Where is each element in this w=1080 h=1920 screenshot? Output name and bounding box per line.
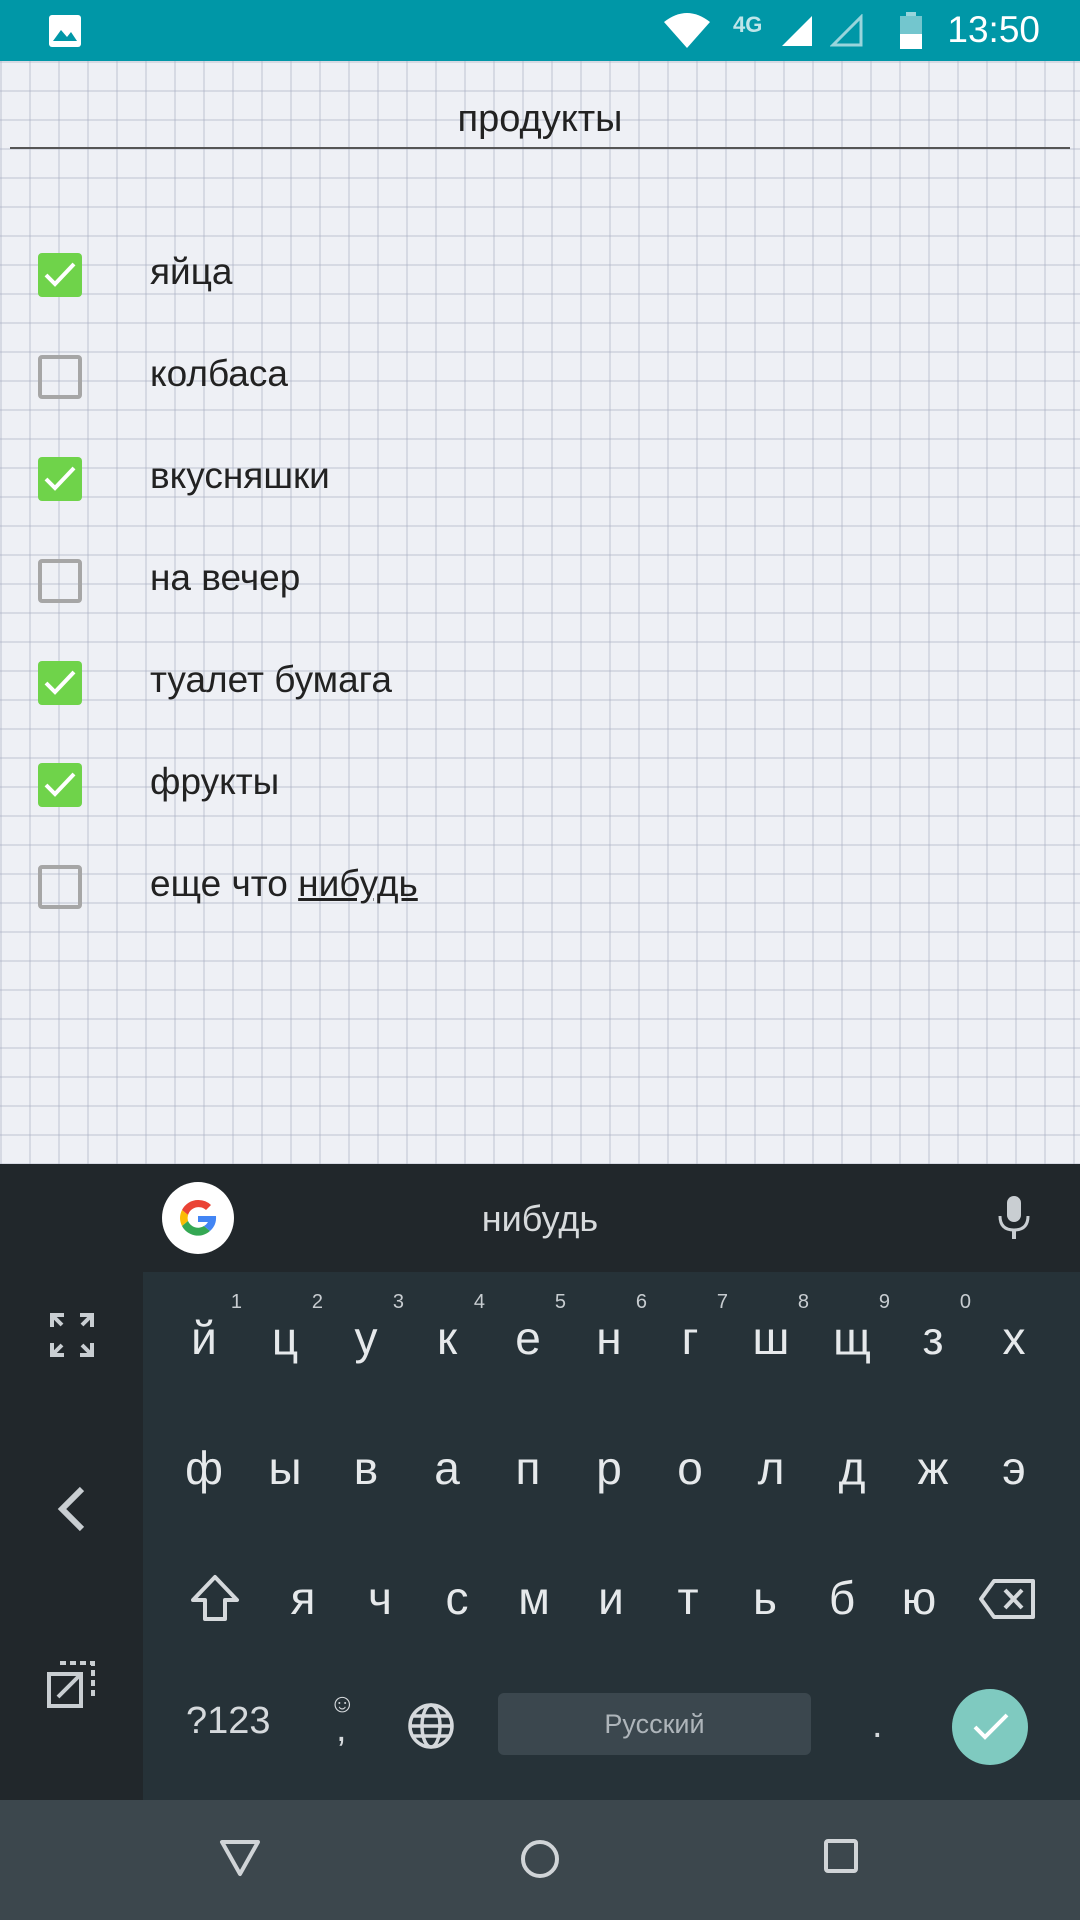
check-icon bbox=[44, 772, 76, 797]
checkbox-checked[interactable] bbox=[38, 457, 82, 501]
key-о[interactable]: о bbox=[650, 1418, 730, 1518]
key-е[interactable]: е5 bbox=[488, 1288, 568, 1388]
symbols-key[interactable]: ?123 bbox=[186, 1700, 271, 1743]
key-т[interactable]: т bbox=[648, 1548, 728, 1648]
composing-word: нибудь bbox=[298, 863, 418, 904]
key-л[interactable]: л bbox=[731, 1418, 811, 1518]
checkbox-unchecked[interactable] bbox=[38, 865, 82, 909]
item-label[interactable]: вкусняшки bbox=[150, 455, 330, 497]
key-ы[interactable]: ы bbox=[245, 1418, 325, 1518]
key-у[interactable]: у3 bbox=[326, 1288, 406, 1388]
note-area: продукты яйца колбаса вкусняшки на вечер bbox=[0, 61, 1080, 1164]
key-з[interactable]: з0 bbox=[893, 1288, 973, 1388]
key-к[interactable]: к4 bbox=[407, 1288, 487, 1388]
recents-icon[interactable] bbox=[823, 1838, 859, 1874]
key-б[interactable]: б bbox=[802, 1548, 882, 1648]
period-key[interactable]: . bbox=[872, 1704, 883, 1747]
key-н[interactable]: н6 bbox=[569, 1288, 649, 1388]
network-type: 4G bbox=[733, 12, 763, 37]
item-label-editing[interactable]: еще что нибудь bbox=[150, 863, 418, 905]
item-label[interactable]: яйца bbox=[150, 251, 232, 293]
item-label[interactable]: колбаса bbox=[150, 353, 288, 395]
key-ь[interactable]: ь bbox=[725, 1548, 805, 1648]
floating-keyboard-icon[interactable] bbox=[46, 1660, 96, 1710]
item-label-text: еще что bbox=[150, 863, 299, 904]
gallery-icon bbox=[49, 15, 81, 47]
check-icon bbox=[44, 262, 76, 287]
fullscreen-icon[interactable] bbox=[50, 1313, 94, 1357]
check-icon bbox=[44, 670, 76, 695]
key-ж[interactable]: ж bbox=[893, 1418, 973, 1518]
navigation-bar bbox=[0, 1800, 1080, 1920]
backspace-icon[interactable] bbox=[978, 1578, 1036, 1620]
checkbox-checked[interactable] bbox=[38, 763, 82, 807]
key-м[interactable]: м bbox=[494, 1548, 574, 1648]
signal-empty-icon bbox=[830, 14, 863, 47]
globe-icon[interactable] bbox=[407, 1702, 455, 1750]
key-а[interactable]: а bbox=[407, 1418, 487, 1518]
key-й[interactable]: й1 bbox=[164, 1288, 244, 1388]
key-р[interactable]: р bbox=[569, 1418, 649, 1518]
key-ю[interactable]: ю bbox=[879, 1548, 959, 1648]
key-ф[interactable]: ф bbox=[164, 1418, 244, 1518]
key-х[interactable]: х bbox=[974, 1288, 1054, 1388]
key-ц[interactable]: ц2 bbox=[245, 1288, 325, 1388]
item-label[interactable]: туалет бумага bbox=[150, 659, 392, 701]
key-я[interactable]: я bbox=[263, 1548, 343, 1648]
note-title-field[interactable]: продукты bbox=[10, 91, 1070, 149]
status-bar: 4G 13:50 bbox=[0, 0, 1080, 61]
comma-key[interactable]: , bbox=[336, 1708, 347, 1751]
checkbox-checked[interactable] bbox=[38, 253, 82, 297]
key-щ[interactable]: щ9 bbox=[812, 1288, 892, 1388]
checkbox-unchecked[interactable] bbox=[38, 355, 82, 399]
key-в[interactable]: в bbox=[326, 1418, 406, 1518]
key-ч[interactable]: ч bbox=[340, 1548, 420, 1648]
back-icon[interactable] bbox=[219, 1838, 261, 1878]
list-item: колбаса bbox=[0, 337, 1080, 417]
wifi-icon bbox=[664, 13, 710, 48]
signal-icon bbox=[782, 16, 812, 46]
space-key[interactable]: Русский bbox=[498, 1693, 811, 1755]
list-item: яйца bbox=[0, 235, 1080, 315]
key-г[interactable]: г7 bbox=[650, 1288, 730, 1388]
battery-icon bbox=[900, 12, 922, 49]
item-label[interactable]: фрукты bbox=[150, 761, 279, 803]
key-п[interactable]: п bbox=[488, 1418, 568, 1518]
suggestion-word[interactable]: нибудь bbox=[0, 1198, 1080, 1240]
checkbox-checked[interactable] bbox=[38, 661, 82, 705]
key-ш[interactable]: ш8 bbox=[731, 1288, 811, 1388]
check-icon bbox=[44, 466, 76, 491]
mic-icon[interactable] bbox=[996, 1194, 1032, 1242]
list-item: вкусняшки bbox=[0, 439, 1080, 519]
key-э[interactable]: э bbox=[974, 1418, 1054, 1518]
key-с[interactable]: с bbox=[417, 1548, 497, 1648]
key-и[interactable]: и bbox=[571, 1548, 651, 1648]
shift-icon[interactable] bbox=[190, 1574, 240, 1622]
clock: 13:50 bbox=[947, 9, 1040, 50]
enter-key[interactable] bbox=[952, 1689, 1028, 1765]
item-label[interactable]: на вечер bbox=[150, 557, 300, 599]
list-item: туалет бумага bbox=[0, 643, 1080, 723]
check-icon bbox=[973, 1713, 1009, 1740]
list-item: на вечер bbox=[0, 541, 1080, 621]
checkbox-unchecked[interactable] bbox=[38, 559, 82, 603]
list-item: еще что нибудь bbox=[0, 847, 1080, 927]
key-д[interactable]: д bbox=[812, 1418, 892, 1518]
list-item: фрукты bbox=[0, 745, 1080, 825]
chevron-left-icon[interactable] bbox=[56, 1485, 86, 1533]
home-icon[interactable] bbox=[519, 1838, 561, 1880]
